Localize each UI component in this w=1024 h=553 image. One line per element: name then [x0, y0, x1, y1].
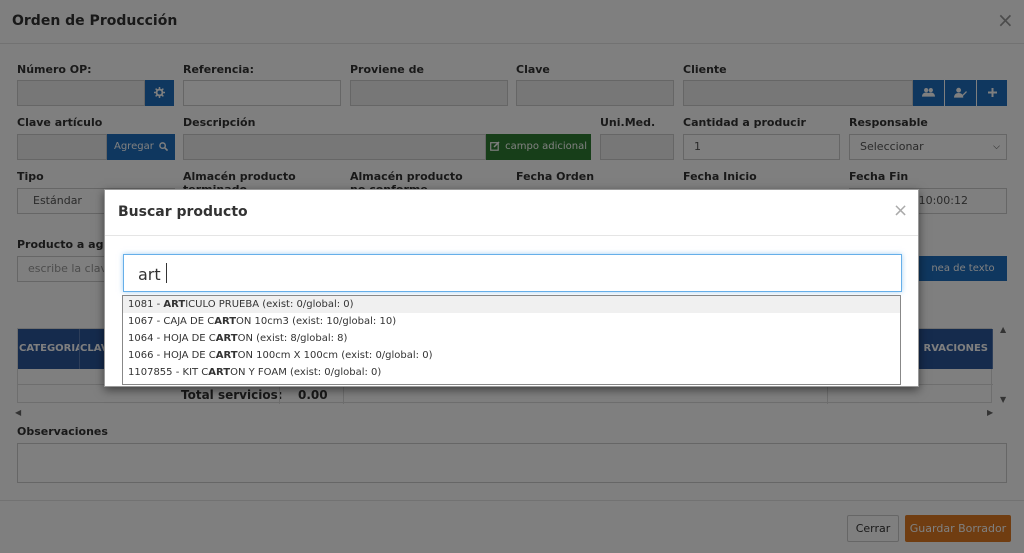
list-item[interactable]: 1066 - HOJA DE CARTON 100cm X 100cm (exi…: [123, 347, 900, 364]
list-item[interactable]: 1107855 - KIT CARTON Y FOAM (exist: 0/gl…: [123, 364, 900, 381]
text-cursor: [166, 263, 167, 283]
modal-close-icon[interactable]: ×: [893, 200, 908, 221]
list-item[interactable]: 1067 - CAJA DE CARTON 10cm3 (exist: 10/g…: [123, 313, 900, 330]
product-search-input[interactable]: art: [123, 254, 902, 292]
list-item[interactable]: 1081 - ARTICULO PRUEBA (exist: 0/global:…: [123, 296, 900, 313]
list-item[interactable]: 1064 - HOJA DE CARTON (exist: 8/global: …: [123, 330, 900, 347]
modal-title: Buscar producto: [118, 204, 248, 220]
product-search-value: art: [138, 265, 161, 284]
modal-header-divider: [105, 235, 918, 236]
autocomplete-list: 1081 - ARTICULO PRUEBA (exist: 0/global:…: [122, 295, 901, 385]
